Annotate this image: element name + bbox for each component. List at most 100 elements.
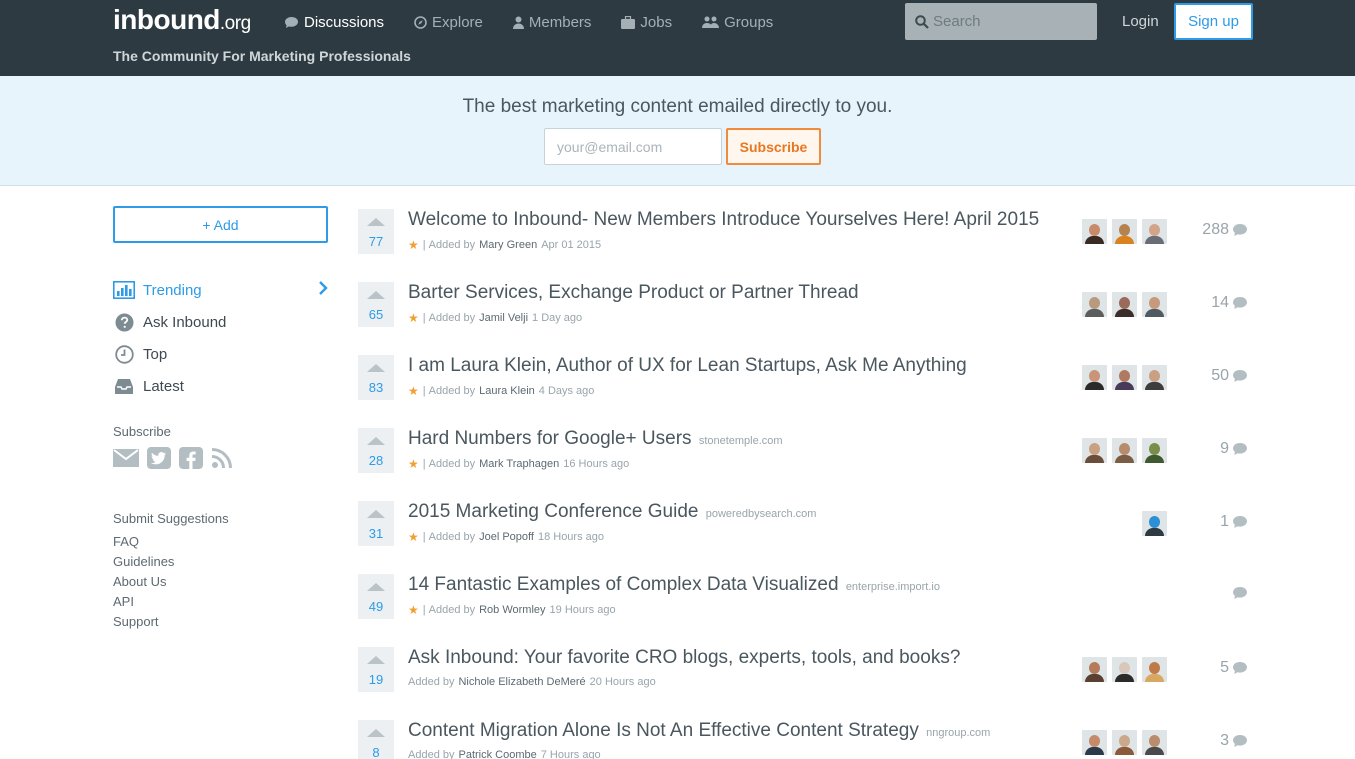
comment-count[interactable]: 50 [1211, 367, 1248, 385]
email-field[interactable] [544, 128, 722, 165]
post-meta: Added by Nichole Elizabeth DeMeré 20 Hours… [408, 676, 656, 688]
post-title-link[interactable]: Barter Services, Exchange Product or Par… [408, 282, 861, 304]
author-link[interactable]: Jamil Velji [479, 312, 528, 324]
post-title-link[interactable]: 2015 Marketing Conference Guide poweredb… [408, 501, 816, 523]
avatar[interactable] [1082, 292, 1107, 317]
post-domain[interactable]: nngroup.com [926, 727, 990, 739]
link-faq[interactable]: FAQ [113, 534, 229, 554]
nav-members[interactable]: Members [512, 12, 591, 32]
post-title-link[interactable]: Content Migration Alone Is Not An Effect… [408, 720, 990, 742]
post-title: 14 Fantastic Examples of Complex Data Vi… [408, 574, 839, 595]
avatar[interactable] [1142, 219, 1167, 244]
email-icon[interactable] [113, 447, 139, 469]
star-icon: ★ [408, 384, 419, 398]
author-link[interactable]: Mark Traphagen [479, 458, 559, 470]
sidebar-item-latest[interactable]: Latest [113, 370, 328, 402]
sidebar-item-label: Ask Inbound [143, 313, 227, 331]
post-title: Hard Numbers for Google+ Users [408, 428, 692, 449]
avatar[interactable] [1112, 657, 1137, 682]
nav-groups[interactable]: Groups [702, 12, 773, 32]
upvote-button[interactable]: 19 [358, 647, 394, 692]
sidebar-item-trending[interactable]: Trending [113, 274, 328, 306]
avatar[interactable] [1112, 219, 1137, 244]
link-submit-suggestions[interactable]: Submit Suggestions [113, 511, 229, 531]
author-link[interactable]: Nichole Elizabeth DeMeré [458, 676, 585, 688]
post-title-link[interactable]: Ask Inbound: Your favorite CRO blogs, ex… [408, 647, 962, 669]
avatar[interactable] [1082, 365, 1107, 390]
sidebar-item-top[interactable]: Top [113, 338, 328, 370]
post-title-link[interactable]: 14 Fantastic Examples of Complex Data Vi… [408, 574, 940, 596]
post-domain[interactable]: poweredbysearch.com [706, 508, 817, 520]
avatar[interactable] [1142, 657, 1167, 682]
post-domain[interactable]: enterprise.import.io [846, 581, 940, 593]
add-button[interactable]: + Add [113, 206, 328, 243]
comment-count[interactable]: 288 [1202, 221, 1248, 239]
post-title: I am Laura Klein, Author of UX for Lean … [408, 355, 967, 376]
facebook-icon[interactable] [179, 447, 203, 469]
comment-count[interactable]: 5 [1220, 659, 1248, 677]
author-link[interactable]: Laura Klein [479, 385, 535, 397]
nav-discussions[interactable]: Discussions [284, 12, 384, 32]
login-link[interactable]: Login [1122, 13, 1159, 30]
upvote-button[interactable]: 28 [358, 428, 394, 473]
link-about-us[interactable]: About Us [113, 574, 229, 594]
author-link[interactable]: Mary Green [479, 239, 537, 251]
post-time: 19 Hours ago [549, 604, 616, 616]
added-by-label: Added by [408, 676, 455, 688]
twitter-icon[interactable] [147, 447, 171, 469]
author-link[interactable]: Rob Wormley [479, 604, 545, 616]
search-input[interactable] [933, 13, 1093, 30]
sidebar-item-ask-inbound[interactable]: Ask Inbound [113, 306, 328, 338]
avatar[interactable] [1112, 292, 1137, 317]
sidebar-item-label: Trending [143, 281, 202, 299]
upvote-button[interactable]: 8 [358, 720, 394, 759]
avatar[interactable] [1112, 438, 1137, 463]
comment-count[interactable]: 3 [1220, 732, 1248, 750]
nav-jobs[interactable]: Jobs [621, 12, 672, 32]
post-title-link[interactable]: Welcome to Inbound- New Members Introduc… [408, 209, 1041, 231]
post-title-link[interactable]: I am Laura Klein, Author of UX for Lean … [408, 355, 969, 377]
link-guidelines[interactable]: Guidelines [113, 554, 229, 574]
upvote-button[interactable]: 31 [358, 501, 394, 546]
avatar[interactable] [1082, 657, 1107, 682]
participant-avatars [1077, 657, 1167, 682]
vote-count: 83 [368, 380, 384, 395]
comment-count[interactable]: 9 [1220, 440, 1248, 458]
link-support[interactable]: Support [113, 614, 229, 634]
avatar[interactable] [1142, 511, 1167, 536]
subscribe-button[interactable]: Subscribe [726, 128, 821, 165]
nav-explore[interactable]: Explore [414, 12, 483, 32]
avatar[interactable] [1142, 292, 1167, 317]
post-meta: ★ | Added by Rob Wormley 19 Hours ago [408, 603, 616, 617]
post-meta: ★ | Added by Joel Popoff 18 Hours ago [408, 530, 604, 544]
banner-title: The best marketing content emailed direc… [462, 96, 893, 117]
chat-bubble-icon [285, 16, 298, 28]
upvote-button[interactable]: 49 [358, 574, 394, 619]
avatar[interactable] [1142, 365, 1167, 390]
avatar[interactable] [1112, 365, 1137, 390]
upvote-button[interactable]: 65 [358, 282, 394, 327]
rss-icon[interactable] [211, 447, 233, 469]
avatar[interactable] [1112, 730, 1137, 755]
comment-count[interactable]: 1 [1220, 513, 1248, 531]
comment-count[interactable]: 14 [1211, 294, 1248, 312]
post-domain[interactable]: stonetemple.com [699, 435, 783, 447]
avatar[interactable] [1142, 438, 1167, 463]
upvote-button[interactable]: 83 [358, 355, 394, 400]
post-title-link[interactable]: Hard Numbers for Google+ Users stonetemp… [408, 428, 783, 450]
avatar[interactable] [1082, 730, 1107, 755]
upvote-arrow-icon [367, 218, 385, 226]
upvote-button[interactable]: 77 [358, 209, 394, 254]
author-link[interactable]: Joel Popoff [479, 531, 534, 543]
upvote-arrow-icon [367, 510, 385, 518]
signup-button[interactable]: Sign up [1174, 3, 1253, 40]
post-row: 31 2015 Marketing Conference Guide powere… [358, 499, 1258, 559]
avatar[interactable] [1082, 438, 1107, 463]
comment-count[interactable] [1229, 586, 1248, 600]
avatar[interactable] [1142, 730, 1167, 755]
search-box[interactable] [905, 3, 1097, 40]
inbound-logo[interactable]: inbound.org [113, 4, 251, 36]
author-link[interactable]: Patrick Coombe [458, 749, 536, 759]
link-api[interactable]: API [113, 594, 229, 614]
avatar[interactable] [1082, 219, 1107, 244]
